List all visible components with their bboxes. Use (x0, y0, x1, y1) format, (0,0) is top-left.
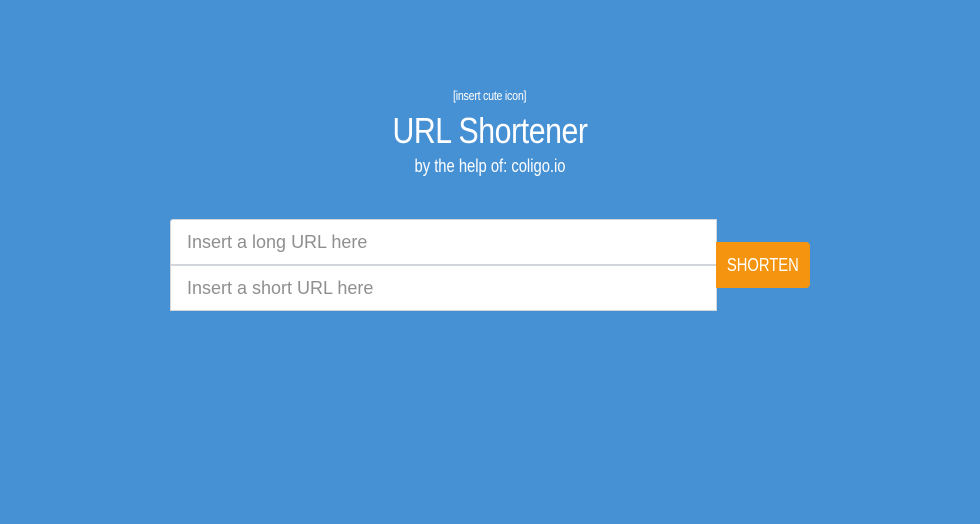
icon-placeholder-text: [insert cute icon] (453, 88, 527, 103)
shorten-button-label: SHORTEN (727, 254, 799, 275)
page-subtitle: by the help of: coligo.io (414, 156, 566, 176)
shorten-button[interactable]: SHORTEN (716, 242, 810, 288)
page-title: URL Shortener (392, 110, 588, 151)
shorten-form: SHORTEN (170, 219, 810, 311)
short-url-input[interactable] (170, 265, 717, 311)
page-header: [insert cute icon] URL Shortener by the … (0, 86, 980, 178)
long-url-input[interactable] (170, 219, 717, 265)
url-inputs (170, 219, 717, 311)
